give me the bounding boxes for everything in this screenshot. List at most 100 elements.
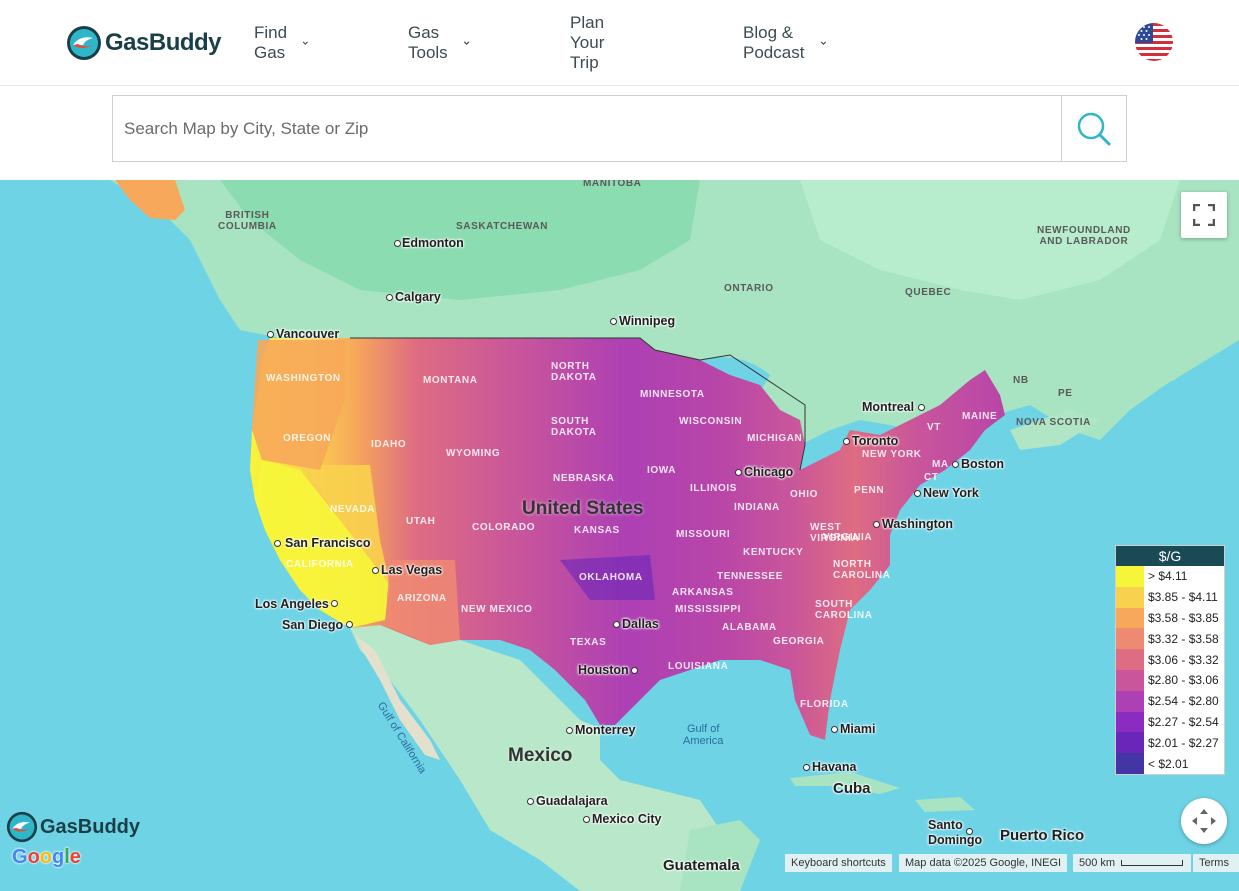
keyboard-shortcuts-link[interactable]: Keyboard shortcuts — [785, 854, 892, 872]
legend-label: $2.27 - $2.54 — [1148, 714, 1219, 729]
search-input[interactable] — [113, 96, 1061, 161]
legend-swatch — [1116, 669, 1144, 691]
city-label: Miami — [840, 722, 876, 736]
city-marker — [831, 726, 838, 733]
city-label: Edmonton — [402, 236, 464, 250]
state-label: SOUTH DAKOTA — [551, 416, 597, 438]
legend-label: < $2.01 — [1148, 756, 1189, 771]
legend-label: $3.58 - $3.85 — [1148, 610, 1219, 625]
state-label: WEST VIRGINIA — [810, 522, 860, 544]
legend-label: $2.54 - $2.80 — [1148, 694, 1219, 709]
brand-name: GasBuddy — [105, 29, 222, 56]
google-letter: G — [12, 846, 28, 868]
state-label: MONTANA — [423, 375, 478, 386]
state-label: LOUISIANA — [668, 661, 729, 672]
state-label: ARIZONA — [397, 593, 447, 604]
city-label: Puerto Rico — [1000, 827, 1085, 844]
hispaniola-island — [915, 797, 975, 812]
city-label: San Diego — [282, 618, 344, 632]
city-label: Las Vegas — [381, 563, 443, 577]
legend-swatch — [1116, 732, 1144, 754]
city-label: New York — [923, 486, 979, 500]
state-label: CT — [924, 472, 939, 483]
state-label: OREGON — [283, 433, 332, 444]
nav-plan-trip[interactable]: Plan Your Trip — [570, 13, 604, 72]
region-label: SASKATCHEWAN — [456, 221, 549, 232]
legend-title: $/G — [1116, 546, 1224, 566]
city-label: Montreal — [862, 400, 915, 414]
google-letter: o — [39, 846, 52, 868]
fullscreen-button[interactable] — [1181, 192, 1227, 238]
city-marker — [274, 540, 281, 547]
gas-price-map[interactable]: BRITISH COLUMBIA SASKATCHEWAN MANITOBA O… — [0, 180, 1239, 891]
city-label: Cuba — [833, 780, 871, 797]
state-label: UTAH — [406, 516, 436, 527]
legend-swatch — [1116, 711, 1144, 733]
map-scale[interactable]: 500 km — [1073, 854, 1191, 872]
city-marker — [331, 600, 338, 607]
google-letter: e — [69, 846, 81, 868]
state-label: FLORIDA — [800, 699, 849, 710]
region-label: ONTARIO — [724, 283, 774, 294]
state-label: MAINE — [962, 411, 998, 422]
search-button[interactable] — [1061, 95, 1127, 162]
state-label: MA — [932, 459, 949, 470]
search-icon — [1077, 112, 1111, 145]
legend-row: $3.32 - $3.58 — [1116, 628, 1224, 650]
region-label: BRITISH COLUMBIA — [218, 210, 277, 232]
state-label: TENNESSEE — [717, 571, 783, 582]
gasbuddy-logo[interactable]: GasBuddy — [66, 25, 222, 61]
legend-swatch — [1116, 566, 1144, 587]
city-marker — [918, 404, 925, 411]
state-label: OHIO — [790, 489, 818, 500]
city-label: Calgary — [395, 290, 441, 304]
map-brand-name: GasBuddy — [40, 815, 141, 838]
state-label: WISCONSIN — [679, 416, 743, 427]
us-flag-icon[interactable] — [1135, 23, 1173, 61]
state-label: KANSAS — [574, 525, 620, 536]
search-bar — [0, 87, 1239, 180]
chevron-down-icon — [820, 41, 826, 45]
water-label: Gulf of America — [683, 723, 724, 747]
city-label: Los Angeles — [255, 597, 329, 611]
region-label: PE — [1058, 388, 1073, 399]
legend-row: < $2.01 — [1116, 753, 1224, 774]
region-label: MANITOBA — [583, 180, 642, 189]
city-marker — [610, 318, 617, 325]
legend-label: $2.80 - $3.06 — [1148, 673, 1219, 688]
city-marker — [914, 490, 921, 497]
alaska-panhandle — [115, 180, 185, 220]
state-label: MICHIGAN — [747, 433, 803, 444]
country-label: United States — [522, 498, 644, 519]
city-marker — [372, 567, 379, 574]
city-label: Guatemala — [663, 857, 740, 874]
site-header: GasBuddy Find Gas Gas Tools Plan Your Tr… — [0, 0, 1239, 86]
region-label: NB — [1013, 375, 1029, 386]
city-label: Chicago — [744, 465, 794, 479]
city-marker — [631, 667, 638, 674]
google-letter: g — [52, 846, 65, 868]
city-label: Santo Domingo — [928, 818, 983, 847]
map-pan-button[interactable] — [1181, 798, 1227, 844]
gasbuddy-logo-icon — [6, 811, 38, 843]
legend-swatch — [1116, 690, 1144, 712]
state-label: COLORADO — [472, 522, 536, 533]
city-marker — [803, 764, 810, 771]
city-marker — [267, 331, 274, 338]
city-label: Mexico City — [592, 812, 662, 826]
state-label: NORTH DAKOTA — [551, 361, 597, 383]
nav-find-gas[interactable]: Find Gas — [254, 23, 309, 62]
nav-blog-podcast[interactable]: Blog & Podcast — [743, 23, 826, 62]
state-label: ARKANSAS — [672, 587, 734, 598]
state-label: WYOMING — [446, 448, 501, 459]
state-label: TEXAS — [570, 637, 607, 648]
chevron-down-icon — [463, 41, 469, 46]
terms-link[interactable]: Terms — [1193, 854, 1239, 872]
central-america — [680, 820, 760, 891]
city-label: Guadalajara — [536, 794, 608, 808]
state-label: NORTH CAROLINA — [833, 559, 891, 581]
state-label: CALIFORNIA — [286, 559, 354, 570]
region-label: NOVA SCOTIA — [1016, 417, 1091, 428]
google-logo[interactable]: Google — [12, 846, 81, 869]
nav-gas-tools[interactable]: Gas Tools — [408, 23, 470, 62]
